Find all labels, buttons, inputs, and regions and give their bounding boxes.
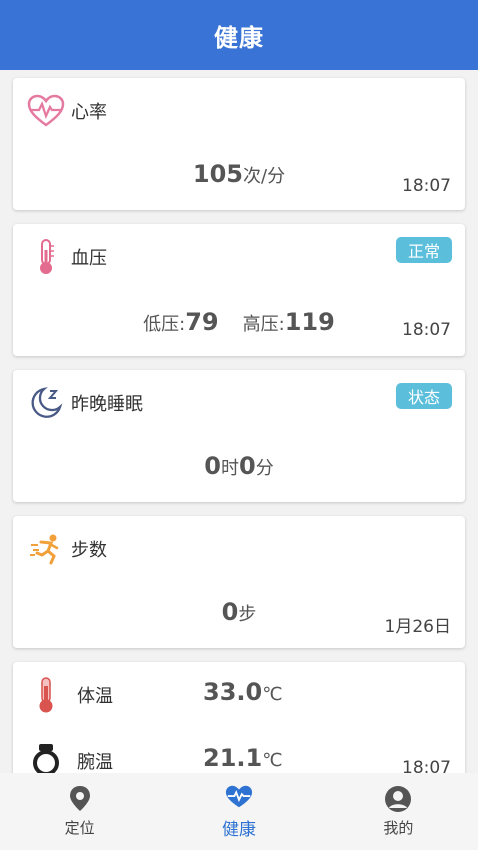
watch-icon	[27, 742, 65, 773]
page-title: 健康	[214, 23, 264, 52]
thermometer-icon	[27, 238, 65, 276]
body-temp-label: 体温	[77, 686, 113, 707]
steps-title: 步数	[71, 540, 107, 561]
low-pressure-value: 79	[185, 308, 219, 336]
steps-value: 0	[221, 598, 239, 626]
tab-location[interactable]: 定位	[0, 773, 159, 850]
blood-pressure-status-badge: 正常	[395, 237, 452, 263]
sleep-value-row: 0 时 0 分	[13, 452, 465, 480]
blood-pressure-value-row: 低压: 79 高压: 119	[13, 308, 465, 336]
wrist-temp-value: 21.1	[203, 744, 263, 772]
heart-rate-icon	[27, 92, 65, 130]
app-header: 健康	[0, 0, 478, 70]
bottom-tab-bar: 定位 健康 我的	[0, 773, 478, 850]
running-person-icon	[27, 530, 65, 568]
sleep-status-badge[interactable]: 状态	[395, 383, 452, 409]
body-temp-unit: ℃	[262, 684, 283, 705]
health-card-list[interactable]: 心率 105 次/分 18:07 血压 正常 低压: 79 高压: 119 18…	[0, 70, 478, 773]
body-temp-row: 体温	[27, 676, 113, 714]
moon-sleep-icon	[27, 384, 65, 422]
temperature-time: 18:07	[402, 758, 451, 773]
sleep-minutes-value: 0	[239, 452, 256, 480]
location-pin-icon	[66, 785, 94, 813]
wrist-temp-label: 腕温	[77, 752, 113, 773]
sleep-title: 昨晚睡眠	[71, 394, 143, 415]
sleep-card[interactable]: 昨晚睡眠 状态 0 时 0 分	[13, 370, 465, 502]
blood-pressure-header: 血压	[27, 238, 107, 276]
wrist-temp-value-row: 21.1 ℃	[203, 744, 282, 772]
heart-rate-unit: 次/分	[243, 166, 286, 187]
wrist-temp-unit: ℃	[262, 750, 283, 771]
heart-rate-value-row: 105 次/分	[13, 160, 465, 188]
temperature-card[interactable]: 体温 33.0 ℃ 腕温 21.1 ℃ 18:07	[13, 662, 465, 773]
steps-header: 步数	[27, 530, 107, 568]
steps-card[interactable]: 步数 0 步 1月26日	[13, 516, 465, 648]
tab-health[interactable]: 健康	[159, 773, 318, 850]
steps-date: 1月26日	[384, 617, 451, 637]
tab-health-label: 健康	[221, 820, 256, 840]
wrist-temp-row: 腕温	[27, 742, 113, 773]
heart-rate-header: 心率	[27, 92, 107, 130]
sleep-header: 昨晚睡眠	[27, 384, 143, 422]
body-thermometer-icon	[27, 676, 65, 714]
blood-pressure-title: 血压	[71, 248, 107, 269]
blood-pressure-time: 18:07	[402, 320, 451, 340]
steps-unit: 步	[238, 604, 257, 625]
sleep-hours-value: 0	[204, 452, 221, 480]
tab-location-label: 定位	[64, 819, 95, 837]
heart-rate-title: 心率	[71, 102, 107, 123]
body-temp-value-row: 33.0 ℃	[203, 678, 282, 706]
user-profile-icon	[384, 785, 412, 813]
high-pressure-value: 119	[284, 308, 335, 336]
low-pressure-label: 低压:	[143, 314, 186, 335]
heart-rate-card[interactable]: 心率 105 次/分 18:07	[13, 78, 465, 210]
blood-pressure-card[interactable]: 血压 正常 低压: 79 高压: 119 18:07	[13, 224, 465, 356]
tab-profile[interactable]: 我的	[319, 773, 478, 850]
high-pressure-label: 高压:	[242, 314, 285, 335]
body-temp-value: 33.0	[203, 678, 263, 706]
heart-rate-value: 105	[192, 160, 244, 188]
tab-profile-label: 我的	[383, 819, 414, 837]
heart-rate-time: 18:07	[402, 176, 451, 196]
sleep-minutes-unit: 分	[255, 458, 274, 479]
heart-pulse-icon	[225, 783, 253, 811]
sleep-hours-unit: 时	[221, 458, 239, 479]
